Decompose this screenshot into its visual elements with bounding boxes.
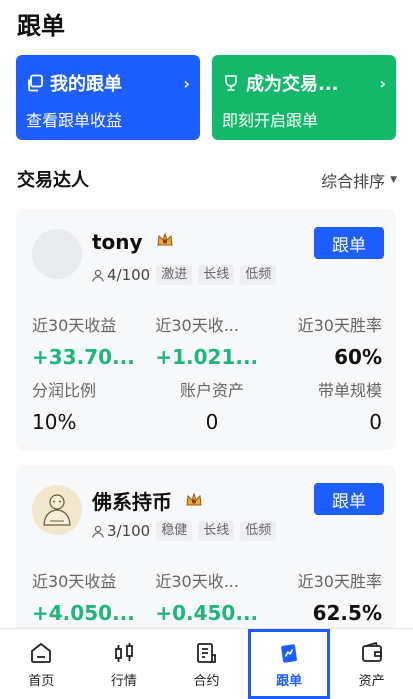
- stat-value: 10%: [32, 410, 77, 434]
- stat-label: 账户资产: [179, 381, 244, 400]
- page-title: 跟单: [17, 12, 65, 40]
- stat-label: 近30天收...: [155, 572, 239, 591]
- stat-value: 60%: [334, 345, 382, 369]
- section-title: 交易达人: [17, 170, 89, 191]
- stats-row: 近30天收益 +4.050... 近30天收... +0.450... 近30天…: [32, 568, 382, 625]
- tab-assets[interactable]: 资产: [330, 629, 413, 699]
- follower-info: 3/100 稳健 长线 低频: [92, 521, 277, 541]
- copy-trade-icon: [281, 644, 298, 663]
- follower-count: 4/100: [107, 266, 151, 284]
- follow-button[interactable]: 跟单: [314, 227, 384, 259]
- banner-subtitle: 即刻开启跟单: [222, 111, 319, 130]
- crown-badge-icon: [156, 232, 173, 246]
- stat-value: 0: [369, 410, 382, 434]
- stat-value: +4.050...: [32, 601, 135, 625]
- user-icon: [92, 525, 104, 538]
- stat-value: +1.021...: [155, 345, 259, 369]
- stat-label: 近30天收益: [32, 572, 117, 591]
- stat-label: 分润比例: [32, 381, 97, 400]
- follow-button[interactable]: 跟单: [314, 483, 384, 515]
- tab-home[interactable]: 首页: [0, 629, 83, 699]
- stat-value: +33.70...: [32, 345, 135, 369]
- trophy-icon: [225, 75, 237, 91]
- become-trader-banner[interactable]: 成为交易... › 即刻开启跟单: [212, 55, 396, 140]
- contract-icon: [197, 643, 217, 663]
- crown-badge-icon: [186, 492, 202, 506]
- follower-count: 3/100: [107, 522, 151, 540]
- style-tag: 激进: [156, 265, 193, 285]
- stat-label: 近30天胜率: [297, 572, 382, 591]
- avatar: [32, 229, 82, 279]
- style-tag: 低频: [240, 521, 277, 541]
- sort-label: 综合排序: [321, 172, 386, 191]
- style-tag: 稳健: [156, 521, 193, 541]
- trader-name: tony: [92, 230, 143, 254]
- style-tag: 低频: [240, 265, 277, 285]
- stat-label: 近30天收益: [32, 316, 117, 335]
- copy-trading-page: 跟单 我的跟单 › 查看跟单收益 成为交易... › 即刻开启跟单 交易达人 综…: [0, 0, 413, 699]
- bottom-tab-bar: 首页 行情 合约 跟单 资产: [0, 628, 413, 699]
- stats-row: 近30天收益 +33.70... 近30天收... +1.021... 近30天…: [32, 312, 382, 369]
- copy-icon: [28, 74, 43, 92]
- tab-label: 跟单: [276, 674, 303, 689]
- style-tag: 长线: [198, 521, 235, 541]
- style-tag: 长线: [198, 265, 235, 285]
- stat-label: 近30天收...: [155, 316, 239, 335]
- trader-name: 佛系持币: [92, 490, 172, 514]
- tab-label: 行情: [110, 674, 137, 689]
- stat-value: +0.450...: [155, 601, 259, 625]
- tab-market[interactable]: 行情: [83, 629, 166, 699]
- tab-label: 资产: [358, 674, 385, 689]
- caret-down-icon: ▼: [390, 175, 397, 185]
- stat-value: 0: [205, 410, 219, 434]
- banner-title: 我的跟单: [50, 74, 122, 95]
- tab-label: 合约: [193, 674, 220, 689]
- stat-value: 62.5%: [312, 601, 382, 625]
- user-icon: [92, 269, 104, 282]
- stat-label: 带单规模: [317, 381, 382, 400]
- my-copy-trades-banner[interactable]: 我的跟单 › 查看跟单收益: [16, 55, 200, 140]
- trader-card[interactable]: tony 4/100 激进 长线 低频 跟单 近30天收益 +33.70... …: [16, 209, 396, 450]
- stat-label: 近30天胜率: [297, 316, 382, 335]
- home-icon: [31, 642, 52, 663]
- wallet-icon: [361, 641, 382, 662]
- follower-info: 4/100 激进 长线 低频: [92, 265, 277, 285]
- chevron-right-icon: ›: [379, 73, 386, 93]
- tab-copy-trade[interactable]: 跟单: [247, 629, 331, 699]
- tab-contract[interactable]: 合约: [165, 629, 248, 699]
- avatar: [32, 485, 82, 535]
- chevron-right-icon: ›: [183, 73, 190, 93]
- banner-title: 成为交易...: [246, 74, 339, 95]
- candlestick-icon: [114, 643, 133, 662]
- stats-row: 分润比例 10% 账户资产 0 带单规模 0: [32, 377, 382, 434]
- buddha-avatar-icon: [32, 485, 82, 535]
- tab-label: 首页: [28, 674, 55, 689]
- banner-subtitle: 查看跟单收益: [26, 111, 123, 130]
- sort-dropdown[interactable]: 综合排序 ▼: [321, 168, 397, 192]
